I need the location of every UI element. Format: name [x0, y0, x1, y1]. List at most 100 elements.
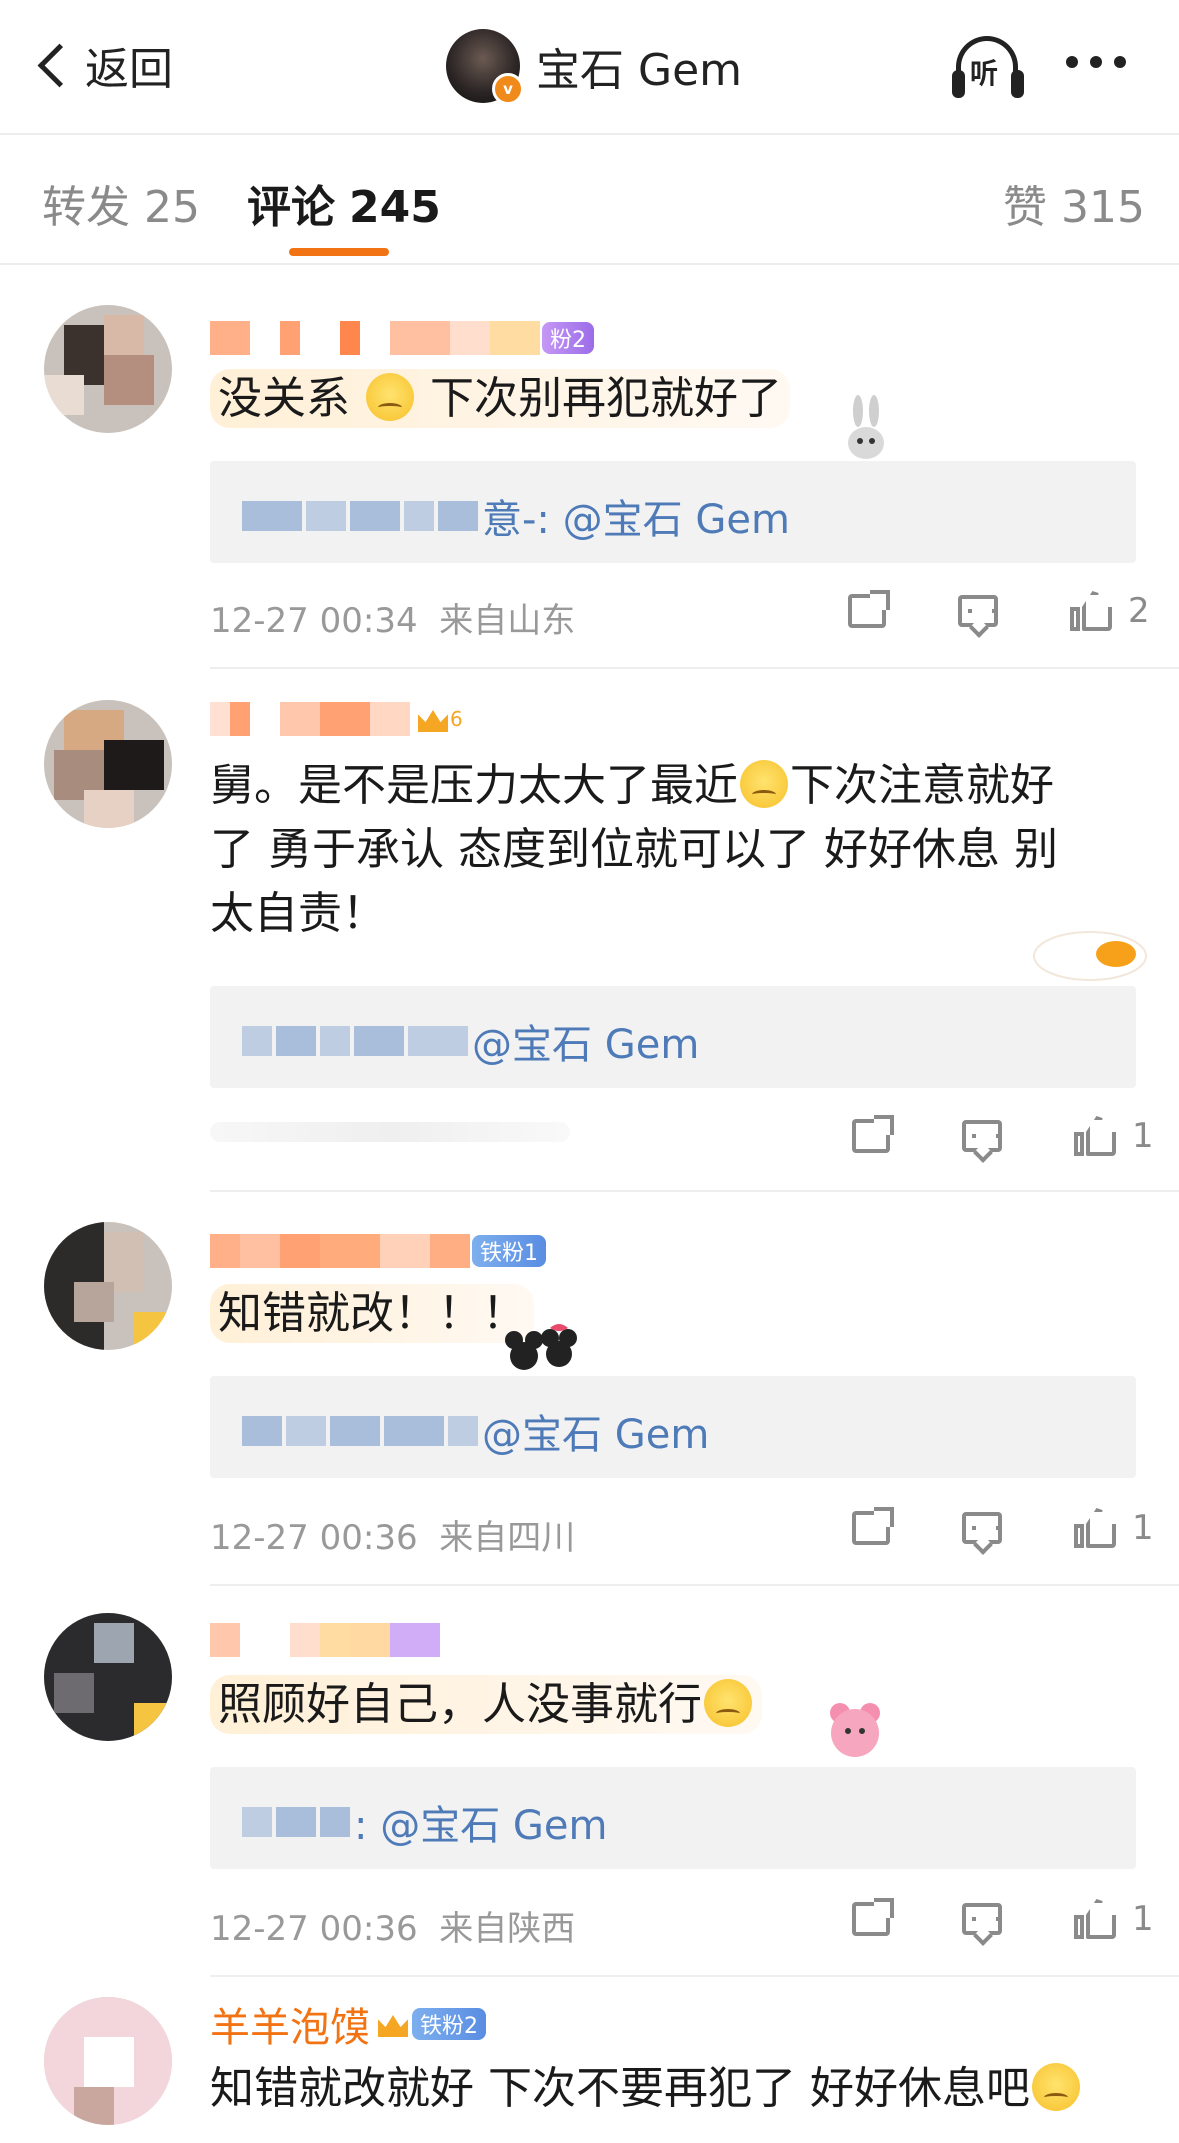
tab-comments[interactable]: 评论 245 — [247, 171, 441, 235]
verified-badge-icon: v — [492, 73, 524, 105]
share-icon[interactable] — [852, 1507, 894, 1545]
reply-icon[interactable] — [958, 595, 998, 627]
avatar[interactable] — [44, 1613, 172, 1741]
reply-preview[interactable]: @宝石 Gem — [210, 986, 1136, 1088]
avatar[interactable] — [44, 305, 172, 433]
reply-text-row: 意-: @宝石 Gem — [242, 487, 790, 545]
comment-text-part: 照顾好自己，人没事就行 — [218, 1679, 702, 1730]
comment-text: 知错就改就好 下次不要再犯了 好好休息吧 — [210, 2057, 1082, 2121]
comment-meta: 12-27 00:36 来自四川 — [210, 1510, 575, 1559]
tab-count: 245 — [349, 182, 441, 233]
tab-label: 转发 — [42, 182, 130, 233]
avatar[interactable] — [44, 1222, 172, 1350]
tab-label: 赞 — [1003, 182, 1047, 233]
username-blurred[interactable] — [210, 1617, 440, 1663]
fan-badge: 6 — [450, 707, 463, 731]
comment-text: 照顾好自己，人没事就行 — [210, 1673, 762, 1737]
like-count: 1 — [1132, 1508, 1154, 1548]
chevron-left-icon — [37, 43, 82, 87]
tab-label: 评论 — [247, 182, 335, 233]
reply-text-row: @宝石 Gem — [242, 1012, 699, 1070]
like-icon[interactable] — [1074, 1899, 1116, 1939]
back-label: 返回 — [85, 44, 173, 95]
more-options-icon[interactable] — [1066, 46, 1126, 78]
like-icon[interactable] — [1074, 1116, 1116, 1156]
divider — [210, 1584, 1179, 1586]
back-button[interactable]: 返回 — [30, 30, 173, 100]
comment-text-part: 知错就改就好 下次不要再犯了 好好休息吧 — [210, 2063, 1030, 2114]
reply-preview[interactable]: 意-: @宝石 Gem — [210, 461, 1136, 563]
listen-button[interactable]: 听 — [950, 30, 1030, 104]
comment-text-part: 没关系 — [218, 373, 350, 424]
share-icon[interactable] — [852, 1115, 894, 1153]
divider — [210, 1190, 1179, 1192]
comment-text-part: 下次注意就好 — [790, 760, 1054, 811]
reply-text: @宝石 Gem — [482, 1412, 710, 1458]
comment-text: 舅。是不是压力太大了最近 下次注意就好 了 勇于承认 态度到位就可以了 好好休息 … — [210, 754, 1110, 946]
avatar[interactable] — [44, 700, 172, 828]
like-count: 2 — [1128, 591, 1150, 631]
username-mosaic — [210, 1623, 440, 1657]
timestamp: 12-27 00:36 — [210, 1518, 418, 1558]
tab-likes[interactable]: 赞 315 — [1003, 171, 1145, 235]
mouse-sticker-icon — [505, 1324, 577, 1370]
comment-meta: 12-27 00:36 来自陕西 — [210, 1901, 575, 1950]
reply-icon[interactable] — [962, 1512, 1002, 1544]
page-title: 宝石 Gem — [536, 45, 743, 96]
username-blurred[interactable]: 6 — [210, 696, 463, 742]
username-blurred[interactable]: 铁粉1 — [210, 1228, 546, 1274]
location: 来自陕西 — [439, 1909, 576, 1949]
tab-count: 315 — [1061, 182, 1145, 233]
fan-badge: 铁粉2 — [412, 2008, 486, 2040]
comment-text-part: 知错就改！！！ — [210, 1284, 534, 1343]
comment-text-part: 下次别再犯就好了 — [430, 373, 782, 424]
fan-badge: 粉2 — [542, 322, 594, 354]
comment-meta: 12-27 00:34 来自山东 — [210, 593, 575, 642]
username-mosaic — [210, 321, 540, 355]
avatar[interactable] — [44, 1997, 172, 2125]
timestamp: 12-27 00:34 — [210, 601, 418, 641]
listen-label: 听 — [970, 57, 999, 90]
comment-text-part: 太自责！ — [210, 888, 386, 939]
reply-text: : @宝石 Gem — [354, 1803, 608, 1849]
profile-title[interactable]: v 宝石 Gem — [446, 26, 742, 106]
avatar[interactable]: v — [446, 29, 524, 105]
reply-preview[interactable]: @宝石 Gem — [210, 1376, 1136, 1478]
tab-bar: 转发 25 评论 245 赞 315 — [0, 135, 1179, 265]
divider — [210, 1975, 1179, 1977]
reply-icon[interactable] — [962, 1120, 1002, 1152]
comment-actions: 1 — [852, 1507, 1154, 1548]
like-count: 1 — [1132, 1899, 1154, 1939]
username[interactable]: 羊羊泡馍 铁粉2 — [210, 2001, 486, 2051]
tab-reposts[interactable]: 转发 25 — [42, 171, 200, 235]
active-tab-indicator — [289, 248, 389, 256]
comment-text-part: 了 勇于承认 态度到位就可以了 好好休息 别 — [210, 824, 1058, 875]
reply-preview[interactable]: : @宝石 Gem — [210, 1767, 1136, 1869]
kissing-face-emoji-icon — [1031, 2063, 1080, 2111]
comment-actions: 1 — [852, 1115, 1154, 1156]
headphones-ear-right — [1011, 70, 1024, 98]
reply-icon[interactable] — [962, 1903, 1002, 1935]
fried-egg-sticker-icon — [1033, 931, 1147, 981]
fan-badge: 铁粉1 — [472, 1235, 546, 1267]
username-mosaic — [210, 702, 410, 736]
comment-text: 没关系 下次别再犯就好了 — [210, 367, 790, 431]
headphones-ear-left — [952, 70, 965, 98]
location: 来自四川 — [439, 1518, 576, 1558]
username-blurred[interactable]: 粉2 — [210, 315, 594, 361]
divider — [210, 667, 1179, 669]
reply-text: @宝石 Gem — [472, 1022, 700, 1068]
crown-icon — [376, 2009, 410, 2039]
reply-text-row: @宝石 Gem — [242, 1402, 709, 1460]
share-icon[interactable] — [848, 590, 890, 628]
reply-text: 意-: @宝石 Gem — [482, 497, 790, 543]
crying-face-emoji-icon — [704, 1679, 752, 1727]
username-mosaic — [210, 1234, 470, 1268]
comment-meta-obscured — [210, 1122, 570, 1142]
tab-count: 25 — [144, 182, 200, 233]
share-icon[interactable] — [852, 1898, 894, 1936]
like-icon[interactable] — [1074, 1508, 1116, 1548]
comment-text-part: 舅。是不是压力太大了最近 — [210, 760, 738, 811]
like-icon[interactable] — [1070, 591, 1112, 631]
bear-sticker-icon — [830, 1703, 880, 1757]
